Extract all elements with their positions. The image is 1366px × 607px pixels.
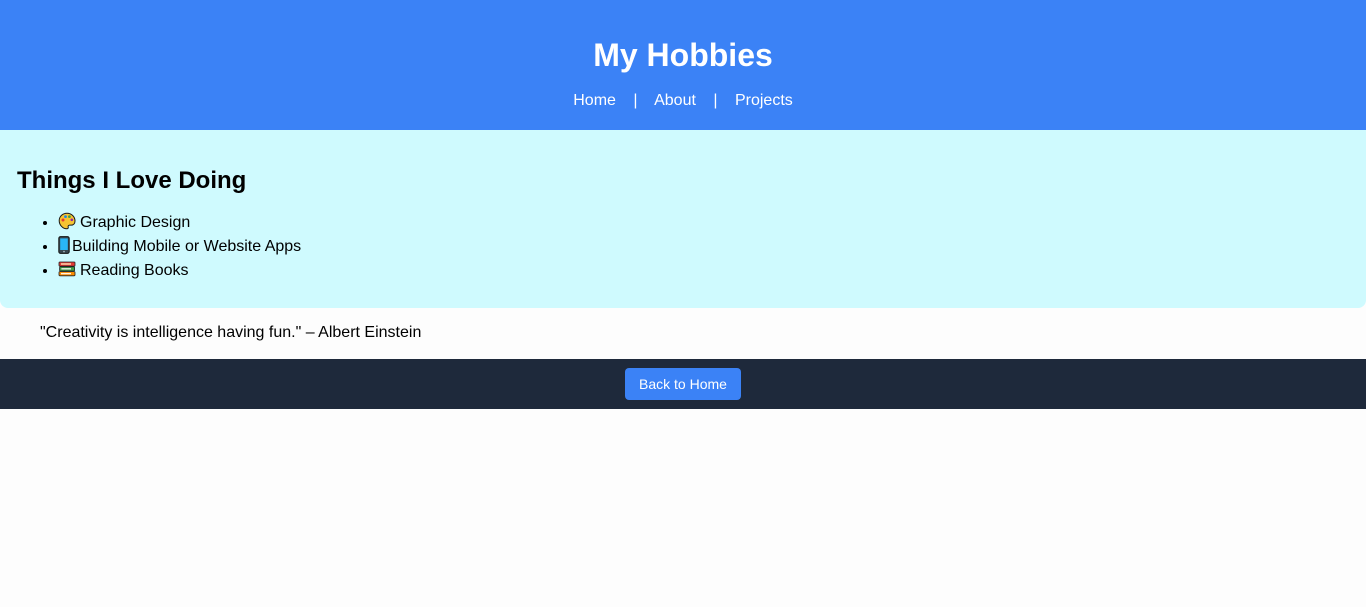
hobby-label: Building Mobile or Website Apps [72,238,302,255]
list-item: Reading Books [58,260,1366,284]
list-item: Building Mobile or Website Apps [58,236,1366,260]
nav-separator: | [633,92,638,109]
palette-icon [58,212,76,236]
hobbies-list: Graphic Design Building Mobile or Websit… [17,212,1366,284]
list-item: Graphic Design [58,212,1366,236]
back-to-home-button[interactable]: Back to Home [625,368,741,400]
mobile-phone-icon [58,236,70,260]
hobby-label: Reading Books [80,262,189,279]
hobby-label: Graphic Design [80,214,191,231]
page-footer: Back to Home [0,359,1366,409]
main-nav: Home | About | Projects [0,92,1366,110]
books-icon [58,260,76,284]
hobbies-section: Things I Love Doing Graphic Design [0,130,1366,308]
nav-link-about[interactable]: About [654,92,696,109]
page-title: My Hobbies [593,37,773,73]
nav-separator: | [713,92,718,109]
page-header: My Hobbies Home | About | Projects [0,0,1366,130]
nav-link-home[interactable]: Home [573,92,616,109]
nav-link-projects[interactable]: Projects [735,92,793,109]
section-heading: Things I Love Doing [17,167,247,194]
quote-text: "Creativity is intelligence having fun."… [40,324,422,341]
